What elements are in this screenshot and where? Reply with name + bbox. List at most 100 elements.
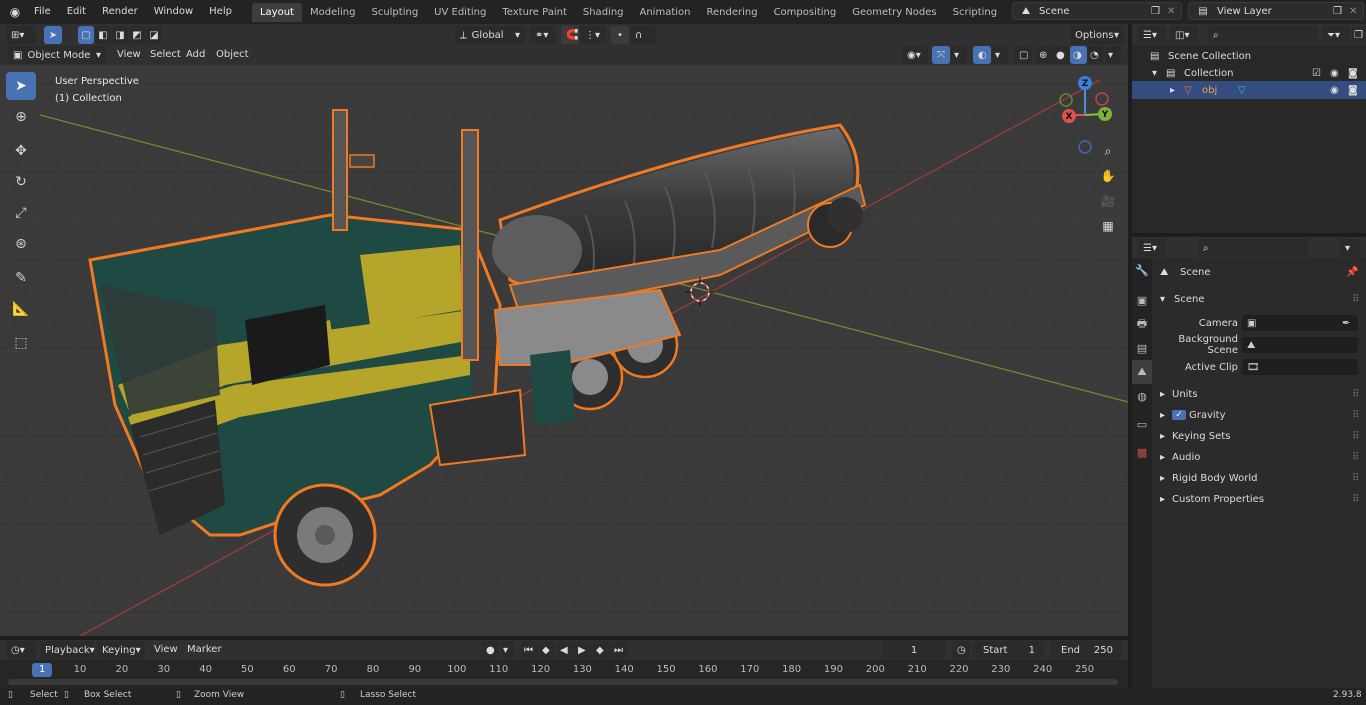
close-view-layer-icon[interactable]: ✕ [1349,6,1363,17]
playback-menu[interactable]: Playback ▾ [40,641,95,659]
exclude-checkbox[interactable]: ☑ [1312,68,1330,79]
timeline-editor-type-icon[interactable]: ◷▾ [6,641,36,659]
properties-editor-type-icon[interactable]: ☰▾ [1138,239,1166,257]
properties-search-input[interactable]: ⌕ [1198,239,1308,257]
camera-field[interactable]: ▣ ✒ [1242,315,1358,331]
tab-layout[interactable]: Layout [251,2,302,22]
auto-keying-icon[interactable]: ● [481,641,499,659]
units-panel-header[interactable]: ▸ Units ⠿ [1152,384,1366,404]
pivot-point-button[interactable]: ⚭▾ [530,26,556,44]
active-clip-field[interactable]: 🎞 [1242,359,1358,375]
visibility-filter-button[interactable]: ◉▾ [902,46,928,64]
play-icon[interactable]: ▶ [575,641,592,659]
overlays-dropdown-icon[interactable]: ▾ [992,46,1008,64]
transform-tool-icon[interactable]: ⊛ [6,230,36,258]
overlays-toggle-icon[interactable]: ◐ [973,46,991,64]
drag-handle-icon[interactable]: ⠿ [1352,410,1366,421]
gizmo-dropdown-icon[interactable]: ▾ [951,46,967,64]
outliner-editor-type-icon[interactable]: ☰▾ [1138,26,1166,44]
snap-toggle-icon[interactable]: 🧲 [561,26,579,44]
tab-rendering[interactable]: Rendering [698,3,765,22]
preview-range-clock-icon[interactable]: ◷ [952,641,970,659]
output-tab-icon[interactable]: 🖶 [1132,312,1152,336]
ortho-grid-icon[interactable]: ▦ [1097,215,1119,237]
menu-window[interactable]: Window [146,0,201,24]
blender-logo-icon[interactable]: ◉ [4,0,26,24]
view-layer-selector[interactable]: ▤ View Layer ❐ ✕ [1188,2,1364,20]
eye-icon[interactable]: ◉ [1330,68,1348,79]
tab-animation[interactable]: Animation [632,3,699,22]
start-frame-input[interactable]: Start 1 [972,641,1044,659]
shading-rendered-icon[interactable]: ◔ [1087,46,1104,64]
pan-view-hand-icon[interactable]: ✋ [1097,165,1119,187]
tab-scripting[interactable]: Scripting [945,3,1005,22]
eye-icon[interactable]: ◉ [1330,85,1348,96]
close-scene-icon[interactable]: ✕ [1167,6,1181,17]
tab-uv-editing[interactable]: UV Editing [426,3,494,22]
pin-icon[interactable]: 📌 [1346,267,1366,278]
current-frame-input[interactable]: 1 [882,641,946,659]
properties-options-icon[interactable]: ▾ [1340,239,1360,257]
drag-handle-icon[interactable]: ⠿ [1352,494,1366,505]
play-reverse-icon[interactable]: ◀ [557,641,574,659]
tab-compositing[interactable]: Compositing [766,3,845,22]
new-collection-icon[interactable]: ❐ [1352,26,1366,44]
shading-material-icon[interactable]: ◑ [1070,46,1087,64]
drag-handle-icon[interactable]: ⠿ [1352,452,1366,463]
jump-start-icon[interactable]: ⏮ [521,641,538,659]
mode-dropdown[interactable]: ▣ Object Mode ▾ [8,46,106,64]
scene-selector[interactable]: ⛰ Scene ❐ ✕ [1012,2,1182,20]
shading-dropdown-icon[interactable]: ▾ [1105,46,1121,64]
expand-arrow-icon[interactable]: ▾ [1152,68,1166,79]
gravity-panel-header[interactable]: ▸ ✓ Gravity ⠿ [1152,405,1366,425]
drag-handle-icon[interactable]: ⠿ [1352,389,1366,400]
drag-handle-icon[interactable]: ⠿ [1352,294,1366,305]
end-frame-input[interactable]: End 250 [1050,641,1122,659]
proportional-falloff-button[interactable]: ∩ [630,26,656,44]
tab-shading[interactable]: Shading [575,3,632,22]
render-tab-icon[interactable]: ▣ [1132,288,1152,312]
select-intersect-icon[interactable]: ◪ [146,26,162,44]
measure-tool-icon[interactable]: 📐 [6,295,36,323]
collection-tab-icon[interactable]: ▭ [1132,412,1152,436]
jump-end-icon[interactable]: ⏭ [611,641,628,659]
timeline-track[interactable]: 1 10 20 30 40 50 60 70 80 90 100 110 120 130 140 150 160… [0,660,1128,688]
custom-properties-panel-header[interactable]: ▸ Custom Properties ⠿ [1152,489,1366,509]
scale-tool-icon[interactable]: ⤢ [6,199,36,227]
menu-marker[interactable]: Marker [187,641,222,659]
background-scene-field[interactable]: ⛰ [1242,337,1358,353]
select-subtract-icon[interactable]: ◨ [112,26,128,44]
move-tool-icon[interactable]: ✥ [6,137,36,165]
editor-type-button[interactable]: ⊞▾ [6,26,36,44]
menu-object[interactable]: Object [216,46,249,64]
outliner-row-scene-collection[interactable]: ▤ Scene Collection [1132,47,1366,65]
3d-viewport[interactable]: Z Y X User Perspective (1) Collection ⌕ … [0,65,1128,636]
menu-select[interactable]: Select [150,46,181,64]
audio-panel-header[interactable]: ▸ Audio ⠿ [1152,447,1366,467]
annotate-tool-icon[interactable]: ✎ [6,264,36,292]
copy-scene-icon[interactable]: ❐ [1151,6,1167,17]
copy-view-layer-icon[interactable]: ❐ [1333,6,1349,17]
tab-texture-paint[interactable]: Texture Paint [494,3,575,22]
display-mode-icon[interactable]: ◫▾ [1170,26,1198,44]
menu-view[interactable]: View [117,46,141,64]
add-cube-tool-icon[interactable]: ⬚ [6,329,36,357]
scene-tab-icon[interactable]: ⛰ [1132,360,1152,384]
select-new-icon[interactable]: ▢ [78,26,94,44]
tab-geometry-nodes[interactable]: Geometry Nodes [844,3,944,22]
menu-timeline-view[interactable]: View [154,641,178,659]
outliner-filter-icon[interactable]: ⏷▾ [1322,26,1350,44]
scene-panel-header[interactable]: ▾ Scene ⠿ [1152,289,1366,309]
options-dropdown[interactable]: Options ▾ [1070,26,1124,44]
cursor-tool-icon[interactable]: ⊕ [6,103,36,131]
zoom-view-icon[interactable]: ⌕ [1097,140,1119,162]
menu-render[interactable]: Render [94,0,146,24]
menu-add[interactable]: Add [186,46,205,64]
shading-wireframe-icon[interactable]: ⊕ [1036,46,1053,64]
select-tool-icon[interactable]: ➤ [44,26,62,44]
texture-tab-icon[interactable]: ▩ [1132,440,1152,464]
jump-keyframe-forward-icon[interactable]: ◆ [593,641,610,659]
proportional-edit-icon[interactable]: • [611,26,629,44]
gizmo-toggle-icon[interactable]: ⤧ [932,46,950,64]
rigid-body-world-panel-header[interactable]: ▸ Rigid Body World ⠿ [1152,468,1366,488]
